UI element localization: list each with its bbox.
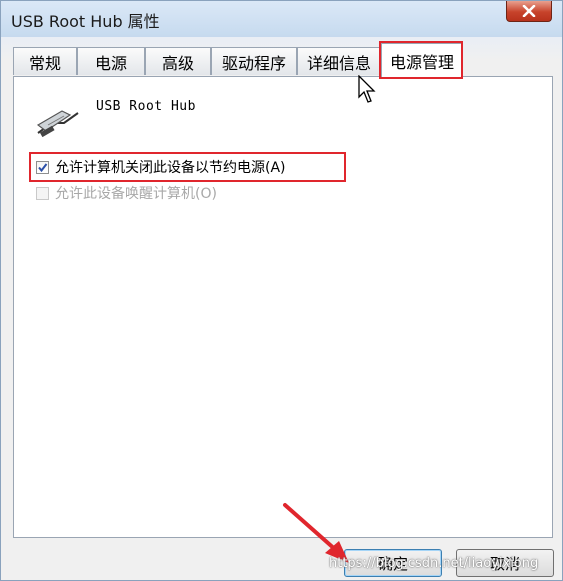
device-name: USB Root Hub: [96, 99, 196, 114]
title-bar[interactable]: USB Root Hub 属性: [1, 1, 562, 35]
mouse-cursor-icon: [358, 75, 376, 103]
close-button[interactable]: [506, 1, 552, 22]
properties-dialog: USB Root Hub 属性 常规 电源 高级 驱动程序 详细信息 电源管理 …: [0, 0, 563, 581]
allow-wake-label: 允许此设备唤醒计算机(O): [55, 186, 217, 202]
tab-strip: 常规 电源 高级 驱动程序 详细信息 电源管理: [13, 43, 553, 77]
allow-wake-option: 允许此设备唤醒计算机(O): [36, 183, 217, 203]
allow-wake-checkbox: [36, 186, 49, 200]
close-icon: [522, 5, 536, 17]
tab-general[interactable]: 常规: [13, 47, 77, 75]
tab-driver[interactable]: 驱动程序: [211, 47, 297, 75]
tab-advanced[interactable]: 高级: [145, 47, 211, 75]
tab-details[interactable]: 详细信息: [297, 47, 381, 75]
window-title: USB Root Hub 属性: [11, 12, 160, 31]
usb-connector-icon: [36, 110, 79, 138]
annotation-box-option: [29, 152, 346, 182]
tab-power[interactable]: 电源: [77, 47, 145, 75]
annotation-box-tab: [379, 41, 463, 79]
tab-panel-power-management: USB Root Hub 允许计算机关闭此设备以节约电源(A) 允许此设备唤醒计…: [13, 76, 553, 538]
watermark-text: https://blog.csdn.net/liaoyixiong: [329, 556, 539, 571]
